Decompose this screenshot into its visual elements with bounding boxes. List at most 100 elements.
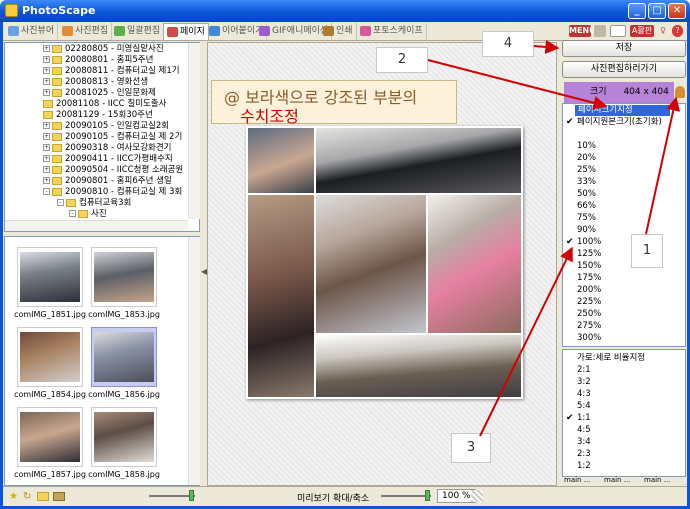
- tree-horizontal-scrollbar[interactable]: [5, 220, 188, 231]
- checker-icon[interactable]: [471, 490, 483, 502]
- ratio-option[interactable]: 4:3: [577, 389, 591, 400]
- thumbnail[interactable]: [17, 327, 83, 387]
- tree-item[interactable]: 20081108 - IICC 칠미도출사: [43, 99, 166, 110]
- tab-2[interactable]: 일괄편집: [111, 23, 165, 40]
- thumbnail[interactable]: [91, 247, 157, 307]
- size-option[interactable]: 125%: [577, 249, 601, 260]
- refresh-icon[interactable]: ↻: [23, 491, 31, 502]
- tree-item[interactable]: +20081025 - 인일문화제: [43, 88, 156, 99]
- expand-toggle[interactable]: -: [57, 199, 64, 206]
- size-option[interactable]: 33%: [577, 177, 596, 188]
- expand-toggle[interactable]: +: [43, 67, 50, 74]
- tree-scrollbar[interactable]: [188, 43, 200, 219]
- ratio-option[interactable]: 3:2: [577, 377, 591, 388]
- collage-photo[interactable]: [248, 195, 314, 397]
- size-option[interactable]: 66%: [577, 201, 596, 212]
- tree-item[interactable]: - 컴퓨터교육3회: [57, 198, 131, 209]
- collage-photo[interactable]: [316, 335, 521, 397]
- expand-toggle[interactable]: +: [43, 177, 50, 184]
- tree-item[interactable]: +20090105 - 컴퓨터교실 제 2기: [43, 132, 182, 143]
- thumbnail[interactable]: [91, 327, 157, 387]
- tree-item[interactable]: +20090318 - 여사모강화견기: [43, 143, 171, 154]
- tab-0[interactable]: 사진뷰어: [5, 23, 59, 40]
- collage-photo[interactable]: [428, 195, 521, 333]
- expand-toggle[interactable]: +: [43, 144, 50, 151]
- size-option[interactable]: 50%: [577, 189, 596, 200]
- size-option[interactable]: 275%: [577, 321, 601, 332]
- menu-button[interactable]: MENU: [569, 25, 596, 37]
- expand-toggle[interactable]: -: [43, 188, 50, 195]
- ratio-option[interactable]: 2:3: [577, 449, 591, 460]
- size-option[interactable]: 300%: [577, 333, 601, 344]
- size-selector[interactable]: 크기 404 x 404: [564, 82, 674, 103]
- size-option[interactable]: 20%: [577, 153, 596, 164]
- tab-6[interactable]: 인쇄: [320, 23, 357, 40]
- help-icon[interactable]: ?: [672, 25, 683, 37]
- tree-item[interactable]: +02280805 - 미영실맡사진: [43, 44, 164, 55]
- zoom-slider-thumb[interactable]: [425, 490, 430, 501]
- save-button[interactable]: 저장: [562, 40, 686, 57]
- panel-tab[interactable]: main ...: [564, 476, 590, 484]
- tree-item[interactable]: 20081129 - 15회30주년: [43, 110, 153, 121]
- minimize-button[interactable]: _: [628, 3, 646, 19]
- tree-item[interactable]: +20090801 - 홈피6주년 생일: [43, 176, 172, 187]
- tree-item[interactable]: +20080811 - 컴퓨터교실 제1기: [43, 66, 180, 77]
- thumbnail-panel[interactable]: comIMG_1851.jpg comIMG_1853.jpg comIMG_185…: [4, 236, 200, 486]
- size-option[interactable]: 250%: [577, 309, 601, 320]
- tab-1[interactable]: 사진편집: [59, 23, 113, 40]
- size-option[interactable]: ✔ 페이지원본크기(초기화): [566, 117, 662, 128]
- collage-photo[interactable]: [248, 128, 314, 193]
- figure-icon[interactable]: ♀: [658, 25, 668, 37]
- tree-item[interactable]: - 사진: [69, 209, 107, 220]
- tree-item[interactable]: +20080813 - 영화선생: [43, 77, 148, 88]
- maximize-button[interactable]: □: [648, 3, 666, 19]
- ratio-option[interactable]: 5:4: [577, 401, 591, 412]
- expand-toggle[interactable]: +: [43, 155, 50, 162]
- ratio-option[interactable]: 1:2: [577, 461, 591, 472]
- expand-toggle[interactable]: +: [43, 122, 50, 129]
- slider-thumb[interactable]: [189, 490, 194, 501]
- folder-tree[interactable]: +02280805 - 미영실맡사진 +20080801 - 홈피5주년 +2008…: [4, 42, 200, 232]
- tree-item[interactable]: +20090504 - IICC청평 소래공원: [43, 165, 183, 176]
- size-option[interactable]: 75%: [577, 213, 596, 224]
- size-option[interactable]: 150%: [577, 261, 601, 272]
- expand-toggle[interactable]: +: [43, 133, 50, 140]
- tab-7[interactable]: 포토스케이프: [357, 23, 427, 40]
- splitter[interactable]: ◀: [200, 42, 207, 486]
- size-option[interactable]: 175%: [577, 273, 601, 284]
- expand-toggle[interactable]: -: [69, 210, 76, 217]
- tree-item[interactable]: +20090411 - IICC가평배수지: [43, 154, 173, 165]
- close-button[interactable]: ✕: [668, 3, 686, 19]
- panel-tab[interactable]: main ...: [604, 476, 630, 484]
- size-option[interactable]: ✔ 100%: [566, 237, 601, 248]
- ratio-option[interactable]: 4:5: [577, 425, 591, 436]
- ratio-list[interactable]: 가로:세로 비율지정 2:1 3:2 4:3 5:4 ✔ 1:1 4:5 3:4 2:3 1:2: [562, 349, 686, 477]
- tree-item[interactable]: - 20090810 - 컴퓨터교실 제 3회: [43, 187, 182, 198]
- folder-icon[interactable]: [37, 492, 49, 501]
- star-icon[interactable]: ★: [9, 491, 18, 502]
- preview-zoom-slider[interactable]: [381, 490, 431, 501]
- thumbnail-scrollbar[interactable]: [188, 237, 200, 485]
- photo-collage[interactable]: [246, 126, 523, 399]
- tree-item[interactable]: +20080801 - 홈피5주년: [43, 55, 153, 66]
- size-option[interactable]: 10%: [577, 141, 596, 152]
- ratio-option[interactable]: 가로:세로 비율지정: [577, 353, 645, 364]
- expand-toggle[interactable]: +: [43, 89, 50, 96]
- expand-toggle[interactable]: +: [43, 45, 50, 52]
- zoom-value[interactable]: 100 %: [437, 489, 476, 503]
- expand-toggle[interactable]: +: [43, 166, 50, 173]
- language-button[interactable]: A활판: [630, 25, 654, 37]
- ratio-option[interactable]: 3:4: [577, 437, 591, 448]
- collage-photo[interactable]: [316, 195, 426, 333]
- size-option[interactable]: 페이지크기지정: [575, 105, 670, 116]
- thumbnail[interactable]: [91, 407, 157, 467]
- edit-photo-button[interactable]: 사진편집하러가기: [562, 61, 686, 78]
- size-option[interactable]: 225%: [577, 297, 601, 308]
- ratio-option[interactable]: 2:1: [577, 365, 591, 376]
- expand-toggle[interactable]: +: [43, 56, 50, 63]
- image-folder-icon[interactable]: [53, 492, 65, 501]
- pin-icon[interactable]: [675, 86, 685, 98]
- copy-icon[interactable]: [594, 25, 606, 37]
- size-option[interactable]: 90%: [577, 225, 596, 236]
- panel-tab[interactable]: main ...: [644, 476, 670, 484]
